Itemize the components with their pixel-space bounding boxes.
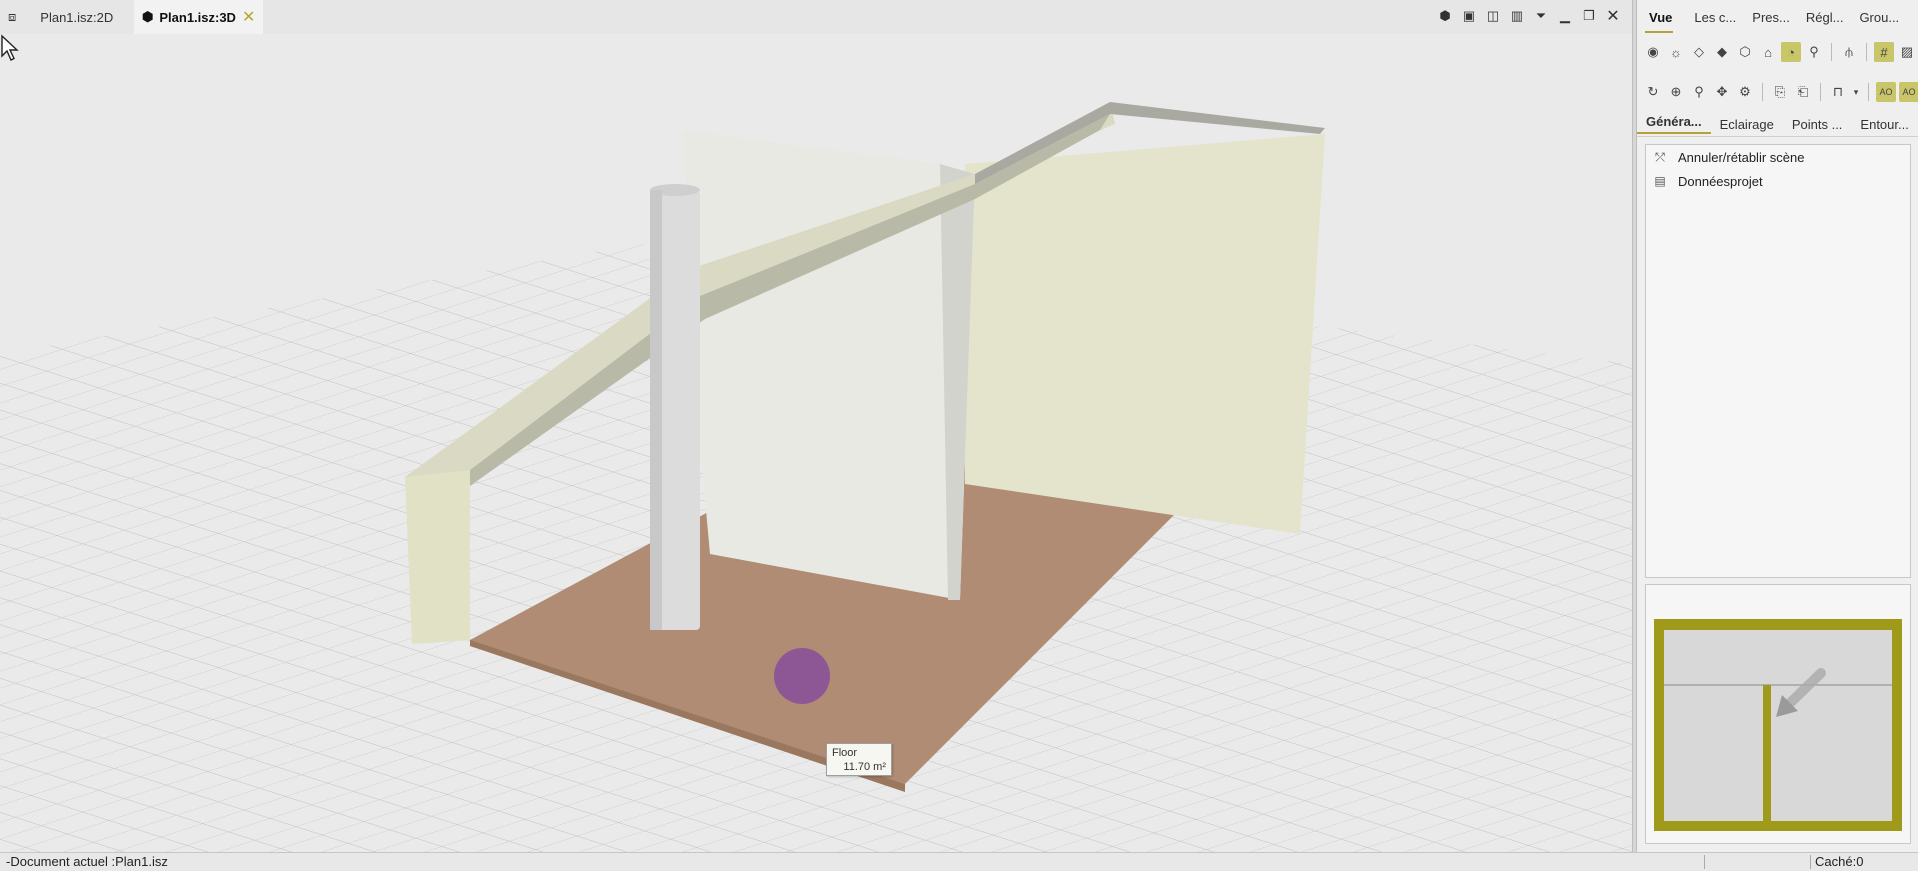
- navigator-minimap[interactable]: [1645, 584, 1911, 844]
- current-document-status: -Document actuel :Plan1.isz: [6, 854, 168, 869]
- tooltip-title: Floor: [832, 747, 858, 759]
- window-controls: ⬢ ▣ ◫ ▥ ⏷ ▁ ❐ ✕: [1436, 6, 1622, 26]
- subtab-eclairage[interactable]: Eclairage: [1711, 117, 1783, 132]
- pan-icon[interactable]: ✥: [1712, 82, 1732, 102]
- 3d-scene: [0, 102, 1632, 852]
- tab-label: Plan1.isz:3D: [159, 9, 236, 25]
- zoom-in-icon[interactable]: ⊕: [1666, 82, 1686, 102]
- document-tab-bar: ⧈ Plan1.isz:2D ⬢ Plan1.isz:3D ✕ ⬢ ▣ ◫ ▥ …: [0, 0, 1632, 35]
- speed-icon[interactable]: ◔: [1781, 42, 1801, 62]
- camera-settings-icon[interactable]: ⚙: [1735, 82, 1755, 102]
- camera-next-icon[interactable]: ⎗: [1793, 82, 1813, 102]
- list-item-project-data[interactable]: ▤ Donnéesprojet: [1646, 169, 1910, 193]
- ao-off-icon[interactable]: AO: [1899, 82, 1918, 102]
- floor-plan-minimap: [1654, 619, 1902, 831]
- hatch-icon[interactable]: ▨: [1897, 42, 1917, 62]
- left-wall: [405, 464, 470, 644]
- project-data-icon: ▤: [1654, 174, 1666, 188]
- mouse-cursor-icon: [1, 34, 19, 61]
- plan-2d-icon: ⧈: [8, 9, 17, 24]
- columns-icon[interactable]: ▥: [1508, 6, 1526, 26]
- section-icon[interactable]: ⫛: [1839, 42, 1859, 62]
- cursor-highlight: [774, 648, 830, 704]
- dimension-icon[interactable]: ⊓: [1828, 82, 1848, 102]
- tab-regl[interactable]: Régl...: [1798, 10, 1852, 25]
- restore-icon[interactable]: ❐: [1580, 6, 1598, 26]
- close-tab-icon[interactable]: ✕: [242, 7, 255, 27]
- toolbar-separator: [1866, 43, 1867, 61]
- tab-pres[interactable]: Pres...: [1744, 10, 1798, 25]
- filter-icon[interactable]: ⏷: [1532, 6, 1550, 26]
- cache-status: Caché:0: [1815, 854, 1864, 869]
- list-item-label: Donnéesprojet: [1678, 173, 1763, 189]
- undo-scene-icon: ⤱: [1655, 149, 1665, 164]
- status-separator: [1704, 855, 1705, 869]
- toolbar-separator: [1820, 83, 1821, 101]
- tab-plan-2d[interactable]: ⧈ Plan1.isz:2D: [0, 0, 121, 34]
- floor-tooltip: Floor 11.70 m²: [826, 743, 892, 776]
- tab-grou[interactable]: Grou...: [1851, 10, 1907, 25]
- render-mode-icon[interactable]: ◉: [1643, 42, 1663, 62]
- status-bar: -Document actuel :Plan1.isz Caché:0: [0, 852, 1918, 871]
- frame-icon[interactable]: ▣: [1460, 6, 1478, 26]
- minimize-icon[interactable]: ▁: [1556, 6, 1574, 26]
- fit-width-icon[interactable]: ◫: [1484, 6, 1502, 26]
- view-toolbar-row-1: ◉ ☼ ◇ ◆ ⬡ ⌂ ◔ ⚲ ⫛ # ▨: [1643, 40, 1917, 64]
- camera-prev-icon[interactable]: ⎘: [1770, 82, 1790, 102]
- tab-vue[interactable]: Vue: [1637, 10, 1680, 25]
- list-item-label: Annuler/rétablir scène: [1678, 149, 1805, 165]
- toolbar-separator: [1762, 83, 1763, 101]
- subtab-entour[interactable]: Entour...: [1851, 117, 1917, 132]
- list-item-undo-scene[interactable]: ⤱ Annuler/rétablir scène: [1646, 145, 1910, 169]
- cube-3d-icon: ⬢: [142, 9, 154, 24]
- back-wall: [965, 134, 1325, 534]
- dropdown-arrow-icon[interactable]: ▾: [1851, 82, 1861, 102]
- zoom-icon[interactable]: ⚲: [1689, 82, 1709, 102]
- tab-les-c[interactable]: Les c...: [1680, 10, 1744, 25]
- status-separator: [1810, 855, 1811, 869]
- grid-icon[interactable]: #: [1874, 42, 1894, 62]
- close-icon[interactable]: ✕: [1604, 6, 1622, 26]
- 3d-viewport[interactable]: Floor 11.70 m²: [0, 34, 1632, 852]
- house-icon[interactable]: ⌂: [1758, 42, 1778, 62]
- tooltip-area: 11.70 m²: [843, 761, 886, 773]
- wireframe-cube-icon[interactable]: ◇: [1689, 42, 1709, 62]
- view-toolbar-row-2: ↻ ⊕ ⚲ ✥ ⚙ ⎘ ⎗ ⊓ ▾ AO AO: [1643, 80, 1918, 104]
- general-list: ⤱ Annuler/rétablir scène ▤ Donnéesprojet: [1645, 144, 1911, 578]
- walk-icon[interactable]: ⚲: [1804, 42, 1824, 62]
- view-cube-icon[interactable]: ⬢: [1436, 6, 1454, 26]
- active-tab-underline: [1645, 31, 1673, 33]
- sun-icon[interactable]: ☼: [1666, 42, 1686, 62]
- subtab-points[interactable]: Points ...: [1783, 117, 1852, 132]
- right-panel-tabs: Vue Les c... Pres... Régl... Grou...: [1637, 0, 1918, 34]
- ao-on-icon[interactable]: AO: [1876, 82, 1896, 102]
- subtab-general[interactable]: Généra...: [1637, 114, 1711, 134]
- tab-plan-3d[interactable]: ⬢ Plan1.isz:3D ✕: [134, 0, 264, 34]
- tab-label: Plan1.isz:2D: [40, 9, 114, 25]
- view-subtabs: Généra... Eclairage Points ... Entour...: [1637, 112, 1918, 137]
- toolbar-separator: [1868, 83, 1869, 101]
- toolbar-separator: [1831, 43, 1832, 61]
- shaded-cube-icon[interactable]: ⬡: [1735, 42, 1755, 62]
- solid-cube-icon[interactable]: ◆: [1712, 42, 1732, 62]
- right-panel: Vue Les c... Pres... Régl... Grou... ◉ ☼…: [1637, 0, 1918, 852]
- rotate-icon[interactable]: ↻: [1643, 82, 1663, 102]
